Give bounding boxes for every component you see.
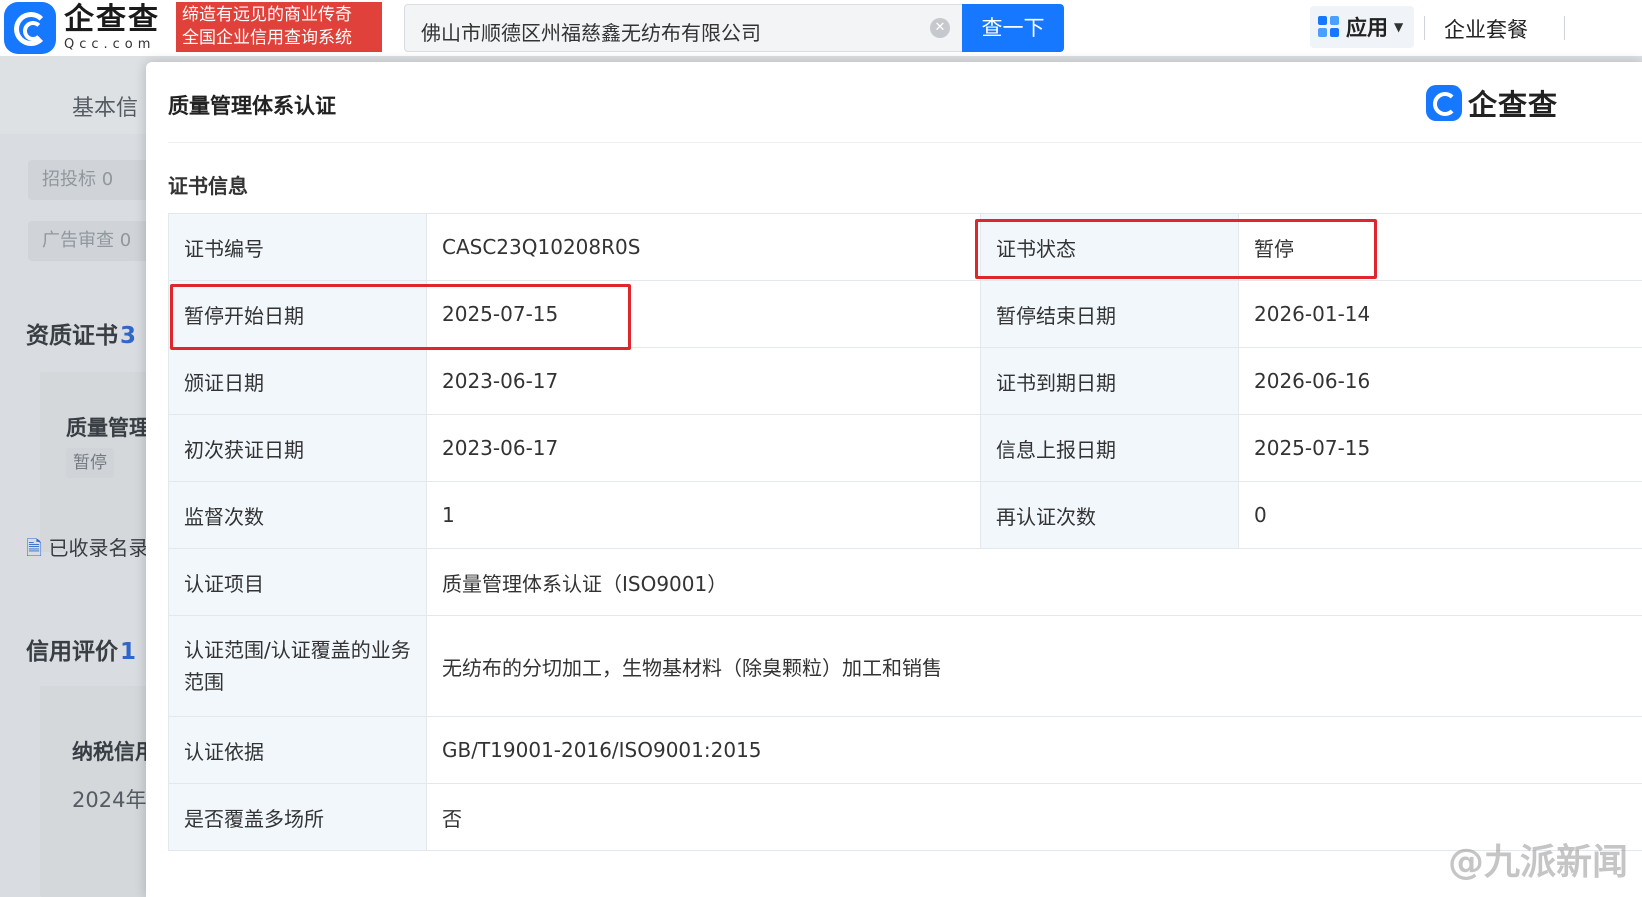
table-row: 监督次数 1 再认证次数 0: [168, 481, 1642, 549]
modal-divider: [168, 142, 1642, 143]
cert-status-value: 暂停: [1238, 213, 1642, 281]
top-bar: 企查查 Qcc.com 缔造有远见的商业传奇 全国企业信用查询系统 佛山市顺德区…: [0, 0, 1642, 56]
suspension-start-label: 暂停开始日期: [168, 280, 427, 348]
modal-title: 质量管理体系认证: [168, 94, 336, 118]
qcc-logo[interactable]: 企查查 Qcc.com: [4, 2, 172, 54]
enterprise-package-link[interactable]: 企业套餐: [1444, 14, 1528, 44]
cert-item-label: 认证项目: [168, 548, 427, 616]
section-title: 证书信息: [168, 174, 248, 198]
table-row: 认证范围/认证覆盖的业务范围 无纺布的分切加工，生物基材料（除臭颗粒）加工和销售: [168, 615, 1642, 717]
expiry-date-value: 2026-06-16: [1238, 347, 1642, 415]
table-row: 是否覆盖多场所 否: [168, 783, 1642, 851]
slogan-line-2: 全国企业信用查询系统: [182, 28, 352, 48]
logo-cn-text: 企查查: [64, 2, 160, 37]
table-row: 颁证日期 2023-06-17 证书到期日期 2026-06-16: [168, 347, 1642, 415]
divider: [1424, 16, 1425, 40]
search-input-value: 佛山市顺德区州福慈鑫无纺布有限公司: [421, 21, 761, 45]
slogan-line-1: 缔造有远见的商业传奇: [182, 5, 352, 25]
issue-date-value: 2023-06-17: [426, 347, 981, 415]
suspension-end-value: 2026-01-14: [1238, 280, 1642, 348]
issue-date-label: 颁证日期: [168, 347, 427, 415]
expiry-date-label: 证书到期日期: [980, 347, 1239, 415]
search-button[interactable]: 查一下: [962, 4, 1064, 52]
table-row: 认证项目 质量管理体系认证（ISO9001）: [168, 548, 1642, 616]
caret-down-icon: ▼: [1394, 20, 1404, 34]
first-cert-date-label: 初次获证日期: [168, 414, 427, 482]
table-row: 初次获证日期 2023-06-17 信息上报日期 2025-07-15: [168, 414, 1642, 482]
multi-site-label: 是否覆盖多场所: [168, 783, 427, 851]
recertification-count-value: 0: [1238, 481, 1642, 549]
clear-icon[interactable]: ✕: [930, 18, 950, 38]
table-row: 证书编号 CASC23Q10208R0S 证书状态 暂停: [168, 213, 1642, 281]
apps-grid-icon: [1318, 16, 1340, 38]
slogan-banner: 缔造有远见的商业传奇 全国企业信用查询系统: [176, 2, 382, 52]
logo-en-text: Qcc.com: [64, 37, 156, 52]
watermark: @九派新闻: [1447, 842, 1628, 883]
cert-status-label: 证书状态: [980, 213, 1239, 281]
cert-basis-value: GB/T19001-2016/ISO9001:2015: [426, 716, 1642, 784]
search-input[interactable]: 佛山市顺德区州福慈鑫无纺布有限公司 ✕: [404, 4, 962, 52]
supervision-count-label: 监督次数: [168, 481, 427, 549]
qcc-logo-icon: [1426, 85, 1462, 121]
cert-basis-label: 认证依据: [168, 716, 427, 784]
report-date-label: 信息上报日期: [980, 414, 1239, 482]
certificate-info-table: 证书编号 CASC23Q10208R0S 证书状态 暂停 暂停开始日期 2025…: [168, 213, 1642, 851]
first-cert-date-value: 2023-06-17: [426, 414, 981, 482]
table-row: 认证依据 GB/T19001-2016/ISO9001:2015: [168, 716, 1642, 784]
apps-label: 应用: [1346, 16, 1388, 40]
modal-logo: 企查查: [1426, 82, 1558, 124]
modal-logo-text: 企查查: [1468, 88, 1559, 122]
cert-scope-label: 认证范围/认证覆盖的业务范围: [168, 615, 427, 717]
cert-item-value: 质量管理体系认证（ISO9001）: [426, 548, 1642, 616]
divider: [1564, 16, 1565, 40]
cert-number-value: CASC23Q10208R0S: [426, 213, 981, 281]
cert-number-label: 证书编号: [168, 213, 427, 281]
apps-menu-button[interactable]: 应用 ▼: [1310, 6, 1414, 48]
certificate-modal: 质量管理体系认证 企查查 证书信息 证书编号 CASC23Q10208R0S 证…: [146, 62, 1642, 897]
suspension-end-label: 暂停结束日期: [980, 280, 1239, 348]
qcc-logo-icon: [4, 2, 56, 54]
supervision-count-value: 1: [426, 481, 981, 549]
recertification-count-label: 再认证次数: [980, 481, 1239, 549]
table-row: 暂停开始日期 2025-07-15 暂停结束日期 2026-01-14: [168, 280, 1642, 348]
cert-scope-value: 无纺布的分切加工，生物基材料（除臭颗粒）加工和销售: [426, 615, 1642, 717]
report-date-value: 2025-07-15: [1238, 414, 1642, 482]
suspension-start-value: 2025-07-15: [426, 280, 981, 348]
